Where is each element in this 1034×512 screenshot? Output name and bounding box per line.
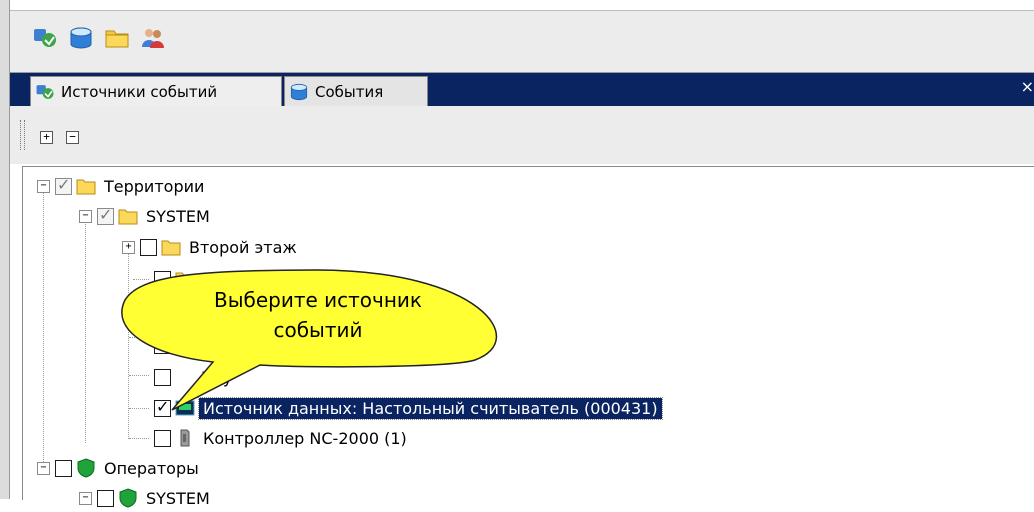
toolbar-grip[interactable]	[20, 120, 25, 150]
tree-checkbox[interactable]	[55, 459, 72, 477]
folder-icon	[118, 206, 138, 226]
tree-line	[133, 279, 149, 280]
tab-label: Источники событий	[61, 83, 218, 101]
close-icon[interactable]: ×	[1021, 77, 1034, 96]
tree-item-operators-system[interactable]: − SYSTEM	[79, 484, 210, 512]
tab-bar: Источники событий События ×	[10, 72, 1034, 107]
tree-item-system[interactable]: − ✓ SYSTEM	[79, 202, 210, 230]
tree-item-label: Второй этаж	[189, 237, 297, 257]
tree-item-data-source[interactable]: ✓ Источник данных: Настольный считывател…	[149, 394, 663, 422]
tree-item-hidden[interactable]	[149, 265, 195, 293]
tree-toolbar	[10, 106, 1034, 164]
tree-item-territories[interactable]: − ✓ Территории	[37, 172, 204, 200]
tree-line	[128, 249, 129, 439]
tree-item-label: Источник данных: Настольный считыватель …	[198, 396, 663, 420]
tree-line	[129, 375, 149, 376]
expand-all-button[interactable]: +	[40, 131, 53, 144]
folder-icon	[76, 176, 96, 196]
tree-checkbox[interactable]: ✓	[154, 397, 171, 417]
tree-line	[129, 337, 149, 338]
folder-icon	[175, 269, 195, 289]
collapse-icon[interactable]: −	[79, 209, 92, 223]
folder-icon[interactable]	[104, 25, 130, 51]
main-toolbar	[10, 10, 1034, 73]
tree-checkbox[interactable]	[154, 270, 171, 288]
tree-checkbox[interactable]	[140, 238, 157, 256]
users-icon[interactable]	[140, 25, 166, 51]
database-icon	[289, 82, 309, 102]
tab-event-sources[interactable]: Источники событий	[30, 76, 282, 107]
tree-checkbox[interactable]	[154, 336, 171, 354]
folder-icon	[161, 237, 181, 257]
event-sources-icon[interactable]	[32, 25, 58, 51]
collapse-all-button[interactable]: −	[66, 131, 79, 144]
tree-item-label: Территории	[104, 176, 205, 196]
tree-item-label: Пау	[201, 367, 233, 387]
tree-line	[129, 408, 149, 409]
collapse-icon[interactable]: −	[79, 491, 92, 505]
tree-item-label: Операторы	[104, 458, 199, 478]
tree-checkbox[interactable]	[154, 429, 171, 447]
tree-checkbox[interactable]: ✓	[55, 175, 72, 195]
tab-events[interactable]: События	[284, 76, 428, 107]
collapse-icon[interactable]: −	[37, 179, 50, 193]
tree-item-second-floor[interactable]: + Второй этаж	[122, 233, 297, 261]
tree-line	[129, 308, 149, 309]
app-window: Источники событий События × + − − ✓ Терр…	[0, 0, 1034, 508]
tree-checkbox[interactable]	[97, 489, 114, 507]
database-icon[interactable]	[68, 25, 94, 51]
tree-item-label: SYSTEM	[146, 206, 210, 226]
tree-line	[43, 190, 44, 466]
event-sources-icon	[35, 82, 55, 102]
shield-icon	[76, 458, 96, 478]
expand-icon[interactable]: +	[122, 240, 135, 254]
tree-item-partial[interactable]: Пау	[149, 363, 232, 391]
tab-label: События	[315, 83, 384, 101]
shield-icon	[118, 488, 138, 508]
tree-checkbox[interactable]: ✓	[97, 205, 114, 225]
tree-line	[85, 219, 86, 443]
tree-checkbox[interactable]	[154, 368, 171, 386]
tree-line	[129, 438, 149, 439]
tree-item-label: SYSTEM	[146, 488, 210, 508]
tree-item-operators[interactable]: − Операторы	[37, 454, 199, 482]
card-reader-icon	[175, 398, 195, 418]
left-border	[0, 0, 10, 499]
tree-item-label: Контроллер NC-2000 (1)	[203, 428, 407, 448]
tree-item-hidden[interactable]	[149, 331, 171, 359]
controller-icon	[175, 428, 195, 448]
event-sources-tree: − ✓ Территории − ✓ SYSTEM + Второй этаж	[22, 166, 1034, 508]
tree-item-controller[interactable]: Контроллер NC-2000 (1)	[149, 424, 407, 452]
collapse-icon[interactable]: −	[37, 461, 50, 475]
